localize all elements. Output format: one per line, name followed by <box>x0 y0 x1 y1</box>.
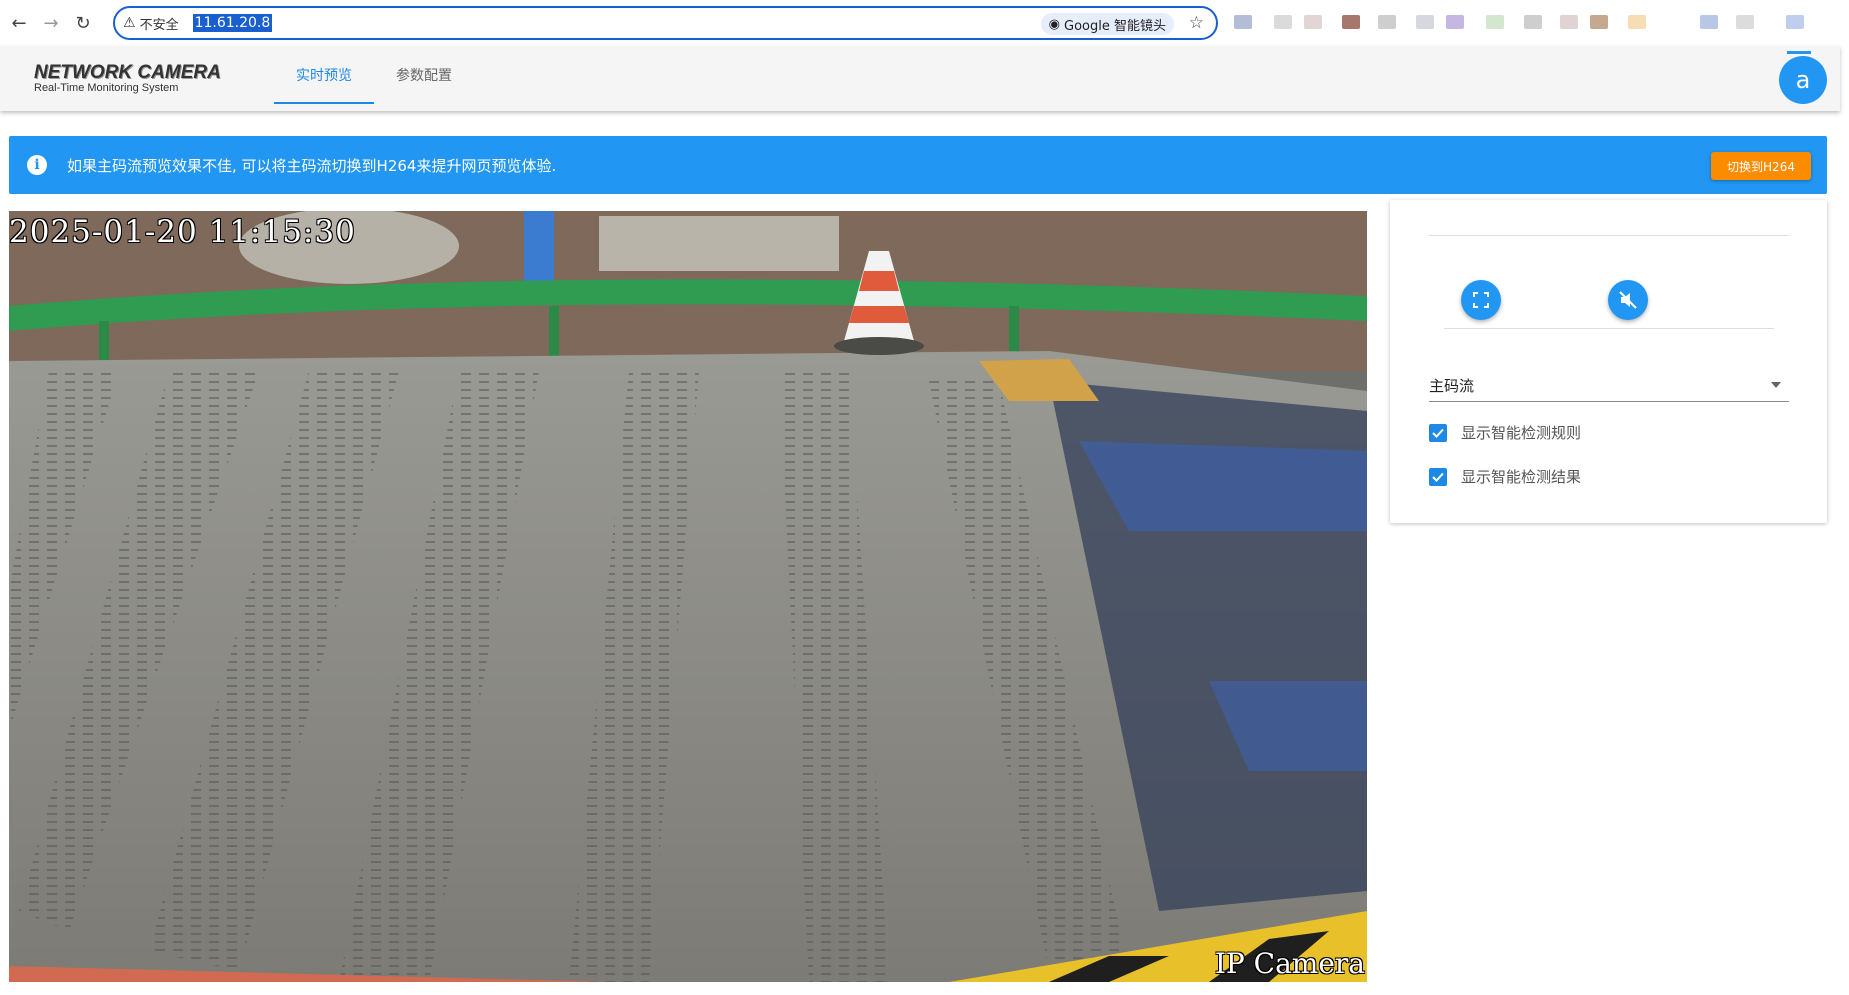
control-panel: 主码流 显示智能检测规则 显示智能检测结果 <box>1390 200 1827 523</box>
checkbox-checked-icon[interactable] <box>1429 423 1447 442</box>
info-icon: i <box>27 155 47 175</box>
bookmark-favicon[interactable] <box>1700 15 1718 29</box>
video-preview[interactable]: 2025-01-20 11:15:30 IP Camera <box>9 211 1367 982</box>
camera-scene <box>9 211 1367 982</box>
bookmark-favicon[interactable] <box>1342 15 1360 29</box>
url-text[interactable]: 11.61.20.8 <box>192 14 273 32</box>
bookmark-favicon[interactable] <box>1628 15 1646 29</box>
bookmarks-bar <box>1230 12 1840 36</box>
video-timestamp: 2025-01-20 11:15:30 <box>9 214 356 250</box>
bookmark-star-icon[interactable]: ☆ <box>1189 13 1204 33</box>
tab-settings[interactable]: 参数配置 <box>374 46 474 104</box>
bookmark-favicon[interactable] <box>1486 15 1504 29</box>
fullscreen-icon <box>1473 292 1489 308</box>
bookmark-favicon[interactable] <box>1416 15 1434 29</box>
video-camera-label: IP Camera <box>1214 947 1365 980</box>
bookmark-favicon[interactable] <box>1378 15 1396 29</box>
nav-tabs: 实时预览 参数配置 <box>274 46 474 104</box>
stream-select-value: 主码流 <box>1429 377 1475 395</box>
reload-icon[interactable]: ↻ <box>70 10 96 36</box>
app-header: NETWORK CAMERA Real-Time Monitoring Syst… <box>0 46 1840 111</box>
bookmark-favicon[interactable] <box>1786 15 1804 29</box>
checkbox-label: 显示智能检测规则 <box>1461 424 1582 442</box>
address-bar[interactable]: ⚠ 不安全 11.61.20.8 ◉ Google 智能镜头 ☆ <box>113 6 1218 40</box>
bookmark-favicon[interactable] <box>1304 15 1322 29</box>
banner-message: 如果主码流预览效果不佳, 可以将主码流切换到H264来提升网页预览体验. <box>67 156 557 175</box>
bookmark-favicon[interactable] <box>1590 15 1608 29</box>
security-indicator[interactable]: ⚠ 不安全 <box>123 14 179 33</box>
checkbox-show-rules[interactable]: 显示智能检测规则 <box>1429 422 1581 443</box>
lens-icon: ◉ <box>1048 16 1061 32</box>
avatar-indicator <box>1787 51 1811 54</box>
bookmark-favicon[interactable] <box>1736 15 1754 29</box>
bookmark-favicon[interactable] <box>1560 15 1578 29</box>
checkbox-label: 显示智能检测结果 <box>1461 468 1582 486</box>
bookmark-favicon[interactable] <box>1274 15 1292 29</box>
chevron-down-icon <box>1771 382 1781 388</box>
avatar[interactable]: a <box>1779 56 1827 104</box>
lens-label: Google 智能镜头 <box>1064 18 1166 34</box>
fullscreen-button[interactable] <box>1461 280 1501 320</box>
bookmark-favicon[interactable] <box>1524 15 1542 29</box>
stream-select[interactable]: 主码流 <box>1429 370 1789 402</box>
bookmark-favicon[interactable] <box>1234 15 1252 29</box>
divider <box>1444 328 1774 329</box>
tab-live-preview[interactable]: 实时预览 <box>274 46 374 104</box>
logo: NETWORK CAMERA Real-Time Monitoring Syst… <box>34 62 221 94</box>
logo-title: NETWORK CAMERA <box>34 62 221 83</box>
browser-toolbar: ← → ↻ ⚠ 不安全 11.61.20.8 ◉ Google 智能镜头 ☆ <box>0 0 1849 46</box>
switch-h264-button[interactable]: 切换到H264 <box>1711 152 1811 180</box>
bookmark-favicon[interactable] <box>1446 15 1464 29</box>
divider <box>1429 235 1789 236</box>
forward-icon[interactable]: → <box>38 10 64 36</box>
mute-button[interactable] <box>1608 280 1648 320</box>
info-banner: i 如果主码流预览效果不佳, 可以将主码流切换到H264来提升网页预览体验. 切… <box>9 136 1827 194</box>
checkbox-show-results[interactable]: 显示智能检测结果 <box>1429 466 1581 487</box>
volume-off-icon <box>1619 291 1637 309</box>
warning-icon: ⚠ <box>123 15 136 31</box>
security-label: 不安全 <box>139 17 179 33</box>
back-icon[interactable]: ← <box>6 10 32 36</box>
google-lens-button[interactable]: ◉ Google 智能镜头 <box>1040 13 1174 35</box>
checkbox-checked-icon[interactable] <box>1429 467 1447 486</box>
